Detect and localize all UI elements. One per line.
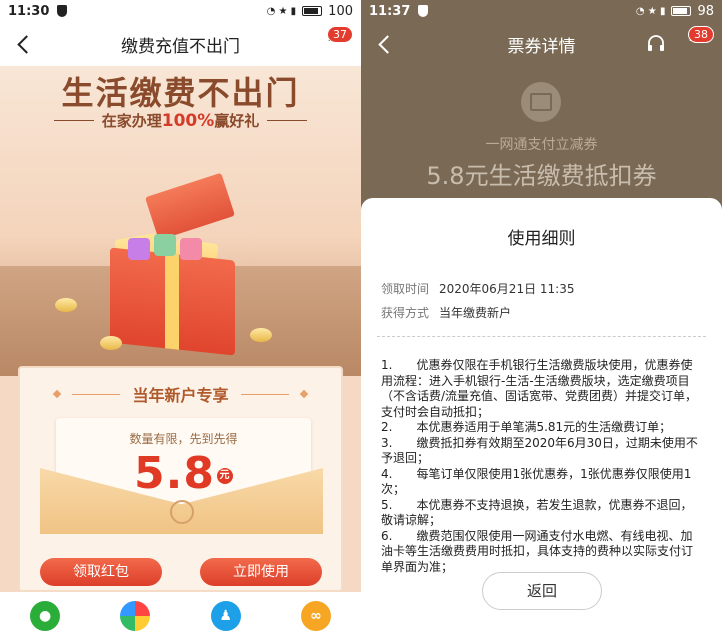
card-heading: 当年新户专享 [132,386,229,405]
back-arrow-icon[interactable] [14,31,36,57]
limit-text: 数量有限，先到先得 [129,432,238,446]
battery-icon [302,6,323,16]
rule-item: 6. 缴费范围仅限使用一网通支付水电燃、有线电视、加油卡等生活缴费费用时抵扣，具… [381,528,694,574]
received-time-row: 领取时间 2020年06月21日 11:35 [381,282,575,296]
voucher-unit: 元 [216,468,233,484]
nav-bar: 票券详情 ··· 38 [361,22,722,66]
get-red-packet-button[interactable]: 领取红包 [40,558,162,586]
bank-logo-icon [170,500,194,524]
coupon-subtitle: 一网通支付立减券 [485,137,598,153]
nav-bar: 缴费充值不出门 ··· 37 [0,22,361,66]
rules-list: 1. 优惠券仅限在手机银行生活缴费版块使用，优惠券使用流程：进入手机银行-生活-… [381,358,702,575]
voucher-amount: 5.8 [134,448,215,499]
back-button[interactable]: 返回 [482,572,602,610]
right-screen: 11:37 ◔ ★ ▮ 98 票券详情 ··· 38 一网通支付立减券 5.8元… [361,0,722,640]
coupon-header: 一网通支付立减券 5.8元生活缴费抵扣券 [361,66,722,196]
coin-icon [250,328,272,342]
acquire-method-row: 获得方式 当年缴费新户 [381,306,512,320]
banner-subtitle: 在家办理100%赢好礼 [0,110,361,131]
promo-banner: 生活缴费不出门 在家办理100%赢好礼 88 58 [0,66,361,376]
status-bar: 11:30 ◔ ★ ▮ 100 [0,0,361,22]
use-now-button[interactable]: 立即使用 [200,558,322,586]
coupon-title: 5.8元生活缴费抵扣券 [426,162,657,190]
signal-icon: ◔ ★ ▮ [266,5,297,17]
coupon-card: 当年新户专享 数量有限，先到先得 5.8 元 领取红包 立即使用 [18,366,343,592]
shield-icon [57,5,68,17]
banner-title: 生活缴费不出门 [61,74,300,112]
battery-level: 98 [697,3,714,19]
battery-level: 100 [328,3,353,19]
signal-icon: ◔ ★ ▮ [635,5,666,17]
notification-badge: 37 [327,26,353,43]
ticket-icon [521,82,561,122]
divider [377,336,706,337]
battery-icon [671,6,692,16]
share-bar: ● ♟ ∞ [0,592,361,640]
moments-icon[interactable] [120,601,151,631]
gift-box-illustration [110,172,250,356]
back-arrow-icon[interactable] [375,31,397,57]
rule-item: 5. 本优惠券不支持退换，若发生退款，优惠券不退回，敬请谅解； [381,497,693,528]
gem-icon [180,238,202,260]
notification-badge: 38 [688,26,714,43]
status-time: 11:30 [8,3,50,19]
usage-rules-sheet: 使用细则 领取时间 2020年06月21日 11:35 获得方式 当年缴费新户 1.… [361,198,722,640]
rule-item: 2. 本优惠券适用于单笔满5.81元的生活缴费订单； [381,420,672,434]
page-title: 票券详情 [507,36,576,57]
page-title: 缴费充值不出门 [121,36,240,57]
rule-item: 3. 缴费抵扣券有效期至2020年6月30日，过期未使用不予退回； [381,435,698,466]
rule-item: 4. 每笔订单仅限使用1张优惠券，1张优惠券仅限使用1次； [381,466,692,497]
status-bar: 11:37 ◔ ★ ▮ 98 [361,0,722,22]
link-icon[interactable]: ∞ [300,601,331,631]
coin-icon [100,336,122,350]
wechat-icon[interactable]: ● [30,601,61,631]
headset-icon[interactable] [646,34,666,54]
left-screen: 11:30 ◔ ★ ▮ 100 缴费充值不出门 ··· 37 生活缴费不出门 在… [0,0,361,640]
gem-icon [154,234,176,256]
qq-icon[interactable]: ♟ [210,601,241,631]
coin-icon [55,298,77,312]
gem-icon [128,238,150,260]
shield-icon [418,5,429,17]
sheet-title: 使用细则 [507,229,576,249]
status-time: 11:37 [369,3,411,19]
rule-item: 1. 优惠券仅限在手机银行生活缴费版块使用，优惠券使用流程：进入手机银行-生活-… [381,358,698,419]
